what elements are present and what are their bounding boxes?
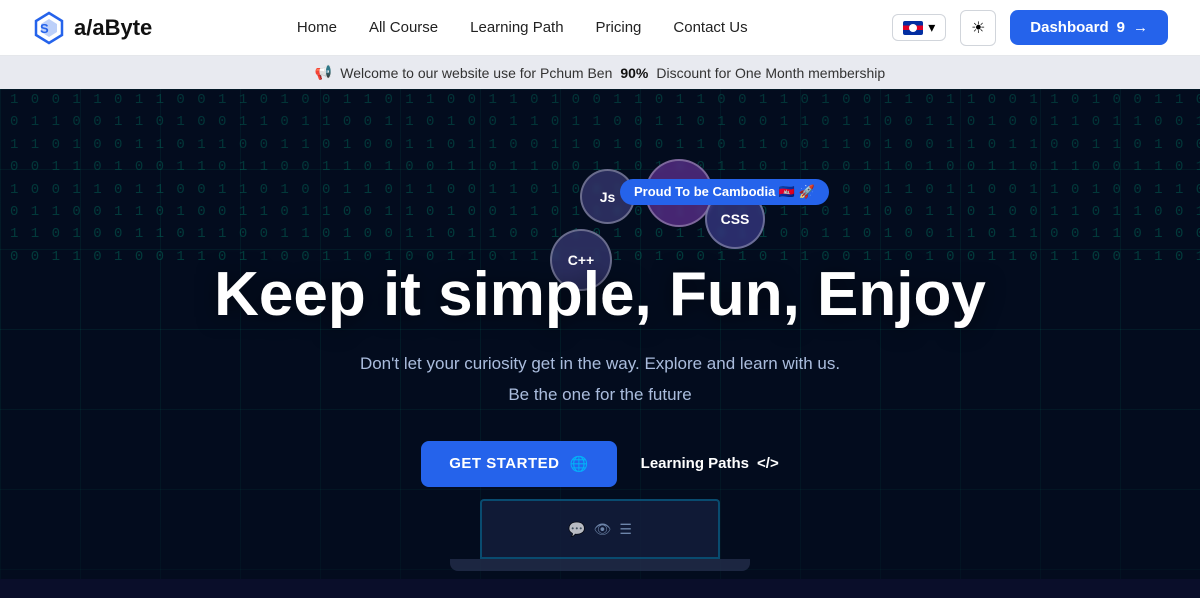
dashboard-button[interactable]: Dashboard 9 → [1010, 10, 1168, 45]
language-selector[interactable]: ▾ [892, 14, 946, 41]
nav-links: Home All Course Learning Path Pricing Co… [297, 19, 748, 37]
logo[interactable]: S a/aByte [32, 11, 152, 45]
theme-toggle-button[interactable]: ☀ [960, 10, 996, 46]
flag-icon [903, 21, 923, 35]
learning-paths-button[interactable]: Learning Paths </> [641, 455, 779, 472]
dashboard-arrow-icon: → [1133, 19, 1148, 36]
announcement-bar: 📢 Welcome to our website use for Pchum B… [0, 56, 1200, 89]
laptop-screen: 💬 👁 ☰ [480, 499, 720, 559]
laptop-base [450, 559, 750, 571]
hero-content: Keep it simple, Fun, Enjoy Don't let you… [174, 261, 1026, 486]
lang-arrow: ▾ [928, 19, 935, 36]
announcement-text-after: Discount for One Month membership [656, 65, 885, 81]
nav-pricing[interactable]: Pricing [596, 19, 642, 36]
laptop-icons: 💬 👁 ☰ [568, 521, 632, 538]
nav-right: ▾ ☀ Dashboard 9 → [892, 10, 1168, 46]
proud-badge-text: Proud To be Cambodia 🇰🇭 🚀 [634, 184, 815, 200]
laptop-illusion: 💬 👁 ☰ [430, 499, 770, 579]
dashboard-count: 9 [1117, 19, 1125, 36]
nav-contact-us[interactable]: Contact Us [673, 19, 747, 36]
svg-text:S: S [40, 21, 49, 36]
comment-icon: 💬 [568, 521, 585, 538]
menu-icon: ☰ [619, 521, 632, 538]
nav-all-course[interactable]: All Course [369, 19, 438, 36]
hero-subtitle1: Don't let your curiosity get in the way.… [214, 350, 986, 377]
hero-title: Keep it simple, Fun, Enjoy [214, 261, 986, 329]
hero-buttons: GET STARTED 🌐 Learning Paths </> [214, 441, 986, 487]
nav-home[interactable]: Home [297, 19, 337, 36]
announcement-text-before: Welcome to our website use for Pchum Ben [340, 65, 612, 81]
proud-badge: Proud To be Cambodia 🇰🇭 🚀 [620, 179, 829, 205]
sun-icon: ☀ [971, 18, 985, 38]
get-started-button[interactable]: GET STARTED 🌐 [421, 441, 616, 487]
announcement-bold: 90% [620, 65, 648, 81]
logo-text: a/aByte [74, 15, 152, 41]
code-icon: </> [757, 455, 779, 472]
navbar: S a/aByte Home All Course Learning Path … [0, 0, 1200, 56]
eye-icon: 👁 [594, 521, 612, 538]
learning-paths-label: Learning Paths [641, 455, 749, 472]
announcement-megaphone-icon: 📢 [315, 64, 332, 81]
logo-icon: S [32, 11, 66, 45]
nav-learning-path[interactable]: Learning Path [470, 19, 563, 36]
dashboard-label: Dashboard [1030, 19, 1108, 36]
get-started-label: GET STARTED [449, 455, 559, 472]
globe-icon: 🌐 [569, 455, 588, 473]
hero-section: 1 0 0 1 1 0 1 1 0 0 1 1 0 1 0 0 1 1 0 1 … [0, 89, 1200, 579]
hero-subtitle2: Be the one for the future [214, 385, 986, 405]
